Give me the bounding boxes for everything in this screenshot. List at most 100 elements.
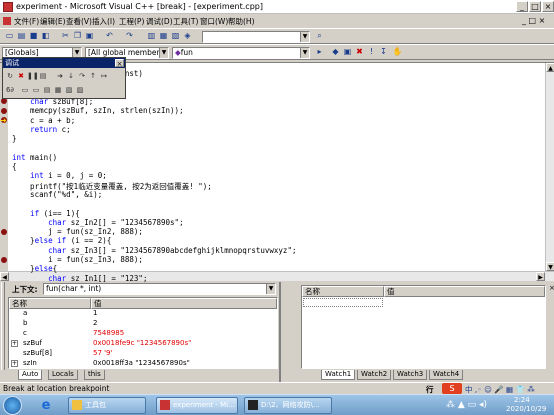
debug-toolbar[interactable]: 调试 × ↻ ✖ ❚❚ ▤ ➜ ↓ ↷ ↑ ↦ 6∂ ▭ ▭ ▤ ▦ ▧ ▨ [2, 57, 126, 99]
variable-value[interactable]: 57 '9' [93, 349, 112, 359]
step-out-icon[interactable]: ↑ [88, 71, 98, 81]
code-line[interactable]: if (i== 1){ [12, 209, 80, 218]
tray-time[interactable]: 2:24 [514, 396, 530, 404]
memory-window-icon[interactable]: ▦ [53, 85, 63, 95]
watch-window-icon[interactable]: ▭ [20, 85, 30, 95]
apply-code-changes-icon[interactable]: ▤ [38, 71, 48, 81]
open-folder-icon[interactable]: ▤ [16, 31, 27, 42]
dock-grip[interactable] [1, 282, 5, 370]
registers-window-icon[interactable]: ▤ [42, 85, 52, 95]
minimize-button[interactable]: _ [516, 1, 528, 12]
menu-insert[interactable]: 插入(I) [92, 16, 115, 27]
workspace-icon[interactable]: ▥ [146, 31, 157, 42]
taskbar-item-experiment[interactable]: experiment - Mi... [156, 397, 238, 414]
show-next-statement-icon[interactable]: ➜ [55, 71, 65, 81]
variable-value[interactable]: 7548985 [93, 329, 124, 339]
expand-icon[interactable]: + [11, 340, 18, 347]
tab-watch2[interactable]: Watch2 [357, 370, 392, 380]
code-line[interactable]: i = fun(sz_In3, 888); [12, 255, 143, 264]
variable-value[interactable]: 0x0018ff3a "1234567890s" [93, 359, 190, 369]
step-over-icon[interactable]: ↷ [77, 71, 87, 81]
menu-file[interactable]: 文件(F) [14, 16, 39, 27]
function-combo[interactable]: ◆fun ▼ [172, 47, 310, 59]
code-line[interactable]: scanf("%d", &i); [12, 190, 102, 199]
expand-icon[interactable]: + [11, 360, 18, 367]
wizard-action-icon[interactable]: ▸ [314, 47, 325, 58]
stop-build-icon[interactable]: ✖ [354, 47, 365, 58]
break-execution-icon[interactable]: ❚❚ [27, 71, 39, 81]
start-button[interactable] [3, 396, 22, 415]
menu-project[interactable]: 工程(P) [119, 16, 144, 27]
code-line[interactable]: char sz_In3[] = "1234567890abcdefghijklm… [12, 246, 296, 255]
variable-value[interactable]: 2 [93, 319, 97, 329]
tab-auto[interactable]: Auto [18, 370, 43, 380]
tray-icons[interactable]: ⁂ ▲ ▭ ◂) [446, 396, 504, 415]
chevron-down-icon[interactable]: ▼ [300, 48, 309, 58]
close-button[interactable]: × [542, 1, 554, 12]
menu-debug[interactable]: 调试(D) [146, 16, 173, 27]
ime-logo-icon[interactable]: S [442, 383, 462, 394]
close-icon[interactable]: × [115, 59, 124, 68]
tab-watch3[interactable]: Watch3 [393, 370, 428, 380]
scroll-right-icon[interactable]: ▶ [536, 272, 545, 281]
ie-icon[interactable]: e [36, 397, 56, 414]
code-line[interactable]: memcpy(szBuf, szIn, strlen(szIn)); [12, 106, 184, 115]
variable-value[interactable]: 1 [93, 309, 97, 319]
close-icon[interactable]: × [549, 284, 554, 292]
menu-view[interactable]: 查看(V) [66, 16, 92, 27]
table-row[interactable]: + szBuf 0x0018fe9c "1234567890s" [9, 339, 277, 349]
col-header-value[interactable]: 值 [91, 298, 277, 309]
code-line[interactable]: char sz_In2[] = "1234567890s"; [12, 218, 183, 227]
table-row[interactable]: a1 [9, 309, 277, 319]
watch-new-entry[interactable] [303, 298, 383, 307]
vertical-scrollbar[interactable]: ▲ ▼ [545, 63, 554, 271]
copy-icon[interactable]: ❐ [72, 31, 83, 42]
debug-toolbar-title[interactable]: 调试 × [3, 58, 125, 68]
menu-tools[interactable]: 工具(T) [173, 16, 198, 27]
code-line[interactable]: { [12, 162, 17, 171]
insert-breakpoint-icon[interactable]: ✋ [392, 47, 403, 58]
stop-debugging-icon[interactable]: ✖ [16, 71, 26, 81]
col-header-name[interactable]: 名称 [9, 298, 91, 309]
chevron-down-icon[interactable]: ▼ [159, 48, 168, 58]
scroll-left-icon[interactable]: ◀ [0, 272, 9, 281]
disassembly-icon[interactable]: ▨ [75, 85, 85, 95]
find-in-files-icon[interactable]: ◈ [182, 31, 193, 42]
code-line[interactable]: }else{ [12, 264, 57, 273]
code-line[interactable]: j = fun(sz_In2, 888); [12, 227, 143, 236]
breakpoint-icon[interactable] [1, 256, 7, 263]
tab-watch1[interactable]: Watch1 [321, 370, 356, 380]
menu-help[interactable]: 帮助(H) [228, 16, 255, 27]
tab-this[interactable]: this [84, 370, 105, 380]
variables-window-icon[interactable]: ▭ [31, 85, 41, 95]
find-icon[interactable]: ⌕ [314, 31, 325, 42]
chevron-down-icon[interactable]: ▼ [300, 32, 309, 42]
watch-col-header-name[interactable]: 名称 [302, 286, 384, 297]
breakpoint-icon[interactable] [1, 228, 7, 235]
code-line[interactable]: return c; [12, 125, 71, 134]
execute-icon[interactable]: ! [366, 47, 377, 58]
tab-locals[interactable]: Locals [48, 370, 78, 380]
go-icon[interactable]: ↧ [378, 47, 389, 58]
redo-icon[interactable]: ↷ [124, 31, 135, 42]
save-icon[interactable]: ■ [28, 31, 39, 42]
code-line[interactable]: int main() [12, 153, 57, 162]
code-line[interactable]: int i = 0, j = 0; [12, 171, 107, 180]
quickwatch-icon[interactable]: 6∂ [5, 85, 15, 95]
tab-watch4[interactable]: Watch4 [429, 370, 464, 380]
breakpoint-icon[interactable] [1, 107, 7, 114]
menu-edit[interactable]: 编辑(E) [40, 16, 66, 27]
cut-icon[interactable]: ✂ [60, 31, 71, 42]
restart-icon[interactable]: ↻ [5, 71, 15, 81]
find-combo[interactable]: ▼ [202, 31, 310, 43]
paste-icon[interactable]: ▣ [84, 31, 95, 42]
table-row[interactable]: c 7548985 [9, 329, 277, 339]
table-row[interactable]: + szIn 0x0018ff3a "1234567890s" [9, 359, 277, 369]
context-combo[interactable]: fun(char *, int) ▼ [43, 283, 276, 295]
code-line[interactable]: }else if (i == 2){ [12, 236, 111, 245]
chevron-down-icon[interactable]: ▼ [266, 284, 275, 294]
compile-icon[interactable]: ◆ [330, 47, 341, 58]
code-line[interactable]: } [12, 134, 17, 143]
scroll-down-icon[interactable]: ▼ [546, 262, 554, 271]
taskbar-item-toolkit[interactable]: 工具包 [68, 397, 146, 414]
